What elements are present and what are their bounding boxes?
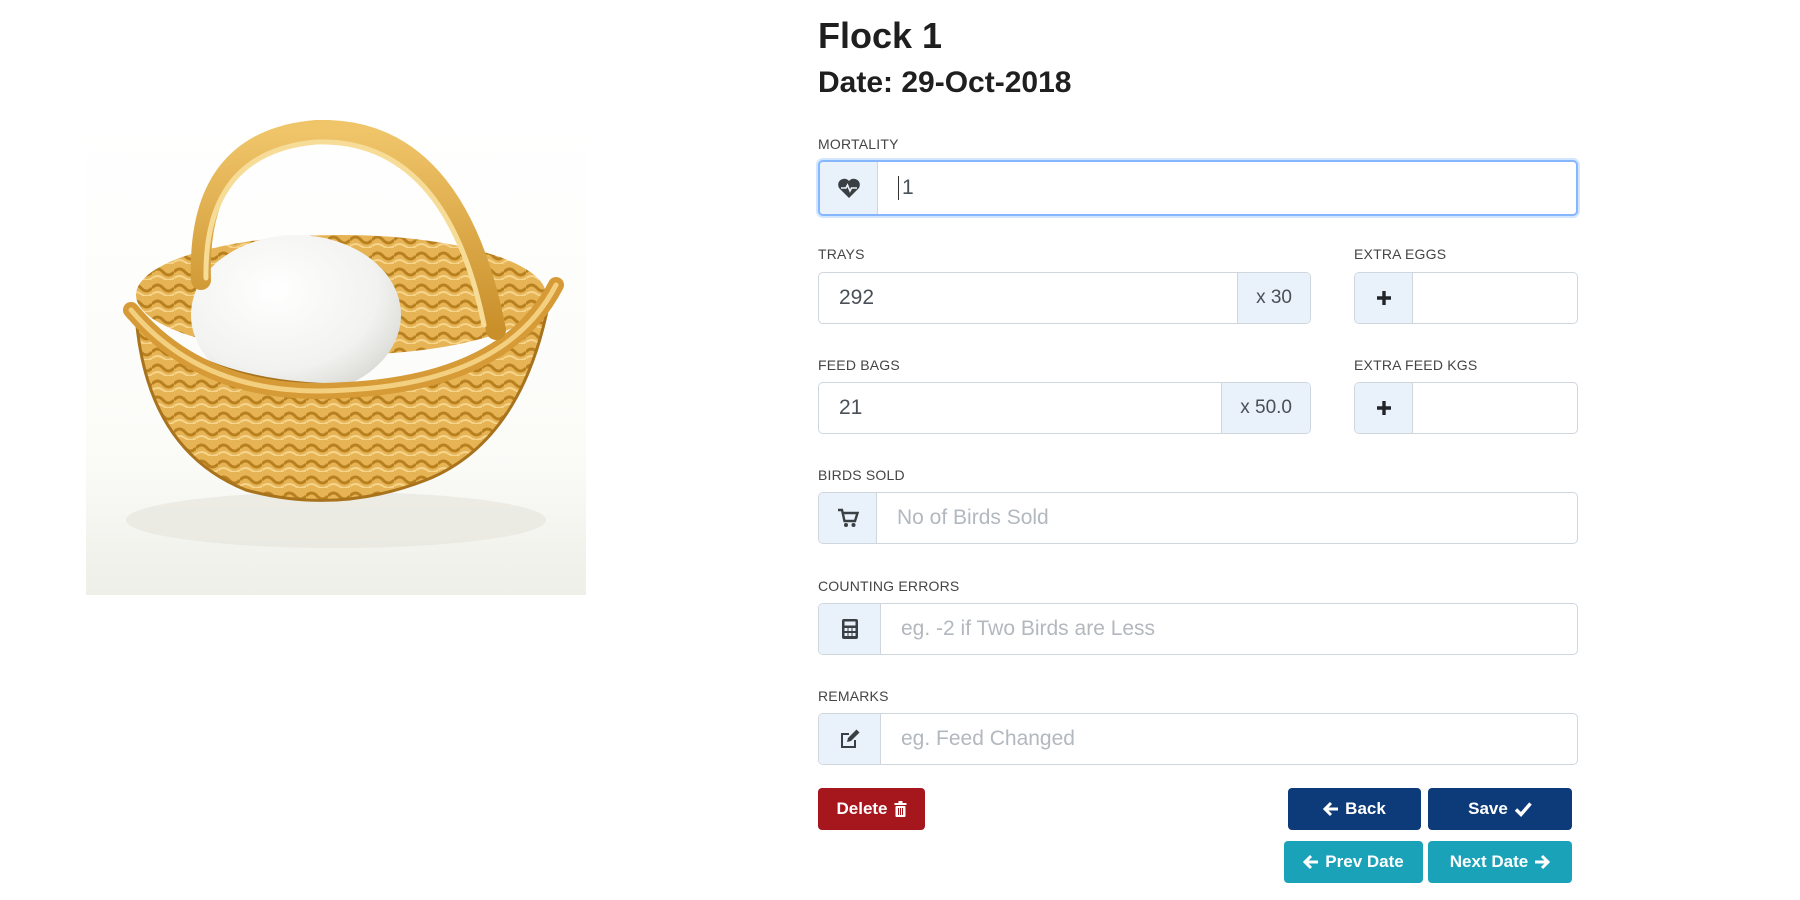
remarks-label: REMARKS: [818, 688, 889, 704]
trays-label: TRAYS: [818, 246, 865, 262]
text-caret: [898, 176, 899, 200]
counting-errors-input-group[interactable]: eg. -2 if Two Birds are Less: [818, 603, 1578, 655]
date-value: 29-Oct-2018: [901, 66, 1072, 99]
mortality-label: MORTALITY: [818, 136, 899, 152]
birds-sold-label: BIRDS SOLD: [818, 467, 905, 483]
extra-feed-kgs-label: EXTRA FEED KGS: [1354, 357, 1478, 373]
arrow-left-icon: [1323, 801, 1339, 817]
delete-button[interactable]: Delete: [818, 788, 925, 830]
heartbeat-icon: [820, 162, 878, 214]
date-prefix: Date:: [818, 66, 894, 99]
trays-input[interactable]: 292: [819, 273, 1237, 323]
remarks-input[interactable]: eg. Feed Changed: [881, 714, 1577, 764]
extra-feed-kgs-input[interactable]: [1413, 383, 1577, 433]
back-button[interactable]: Back: [1288, 788, 1421, 830]
check-icon: [1514, 802, 1532, 817]
arrow-right-icon: [1535, 854, 1551, 870]
birds-sold-input-group[interactable]: No of Birds Sold: [818, 492, 1578, 544]
flock-entry-form: Flock 1 Date: 29-Oct-2018: [818, 18, 1578, 116]
plus-icon: [1355, 273, 1413, 323]
back-button-label: Back: [1345, 799, 1386, 818]
date-heading: Date: 29-Oct-2018: [818, 66, 1578, 116]
extra-eggs-input[interactable]: [1413, 273, 1577, 323]
mortality-input-group[interactable]: 1: [818, 160, 1578, 216]
page-title: Flock 1: [818, 15, 943, 56]
prev-date-button-label: Prev Date: [1325, 852, 1404, 871]
birds-sold-input[interactable]: No of Birds Sold: [877, 493, 1577, 543]
trash-icon: [894, 801, 907, 817]
calculator-icon: [819, 604, 881, 654]
edit-icon: [819, 714, 881, 764]
counting-errors-label: COUNTING ERRORS: [818, 578, 960, 594]
egg-basket-image: [86, 120, 586, 595]
trays-multiplier: x 30: [1237, 273, 1310, 323]
feed-bags-multiplier: x 50.0: [1221, 383, 1310, 433]
feed-bags-input-group[interactable]: 21 x 50.0: [818, 382, 1311, 434]
prev-date-button[interactable]: Prev Date: [1284, 841, 1423, 883]
save-button[interactable]: Save: [1428, 788, 1572, 830]
plus-icon: [1355, 383, 1413, 433]
extra-feed-kgs-input-group[interactable]: [1354, 382, 1578, 434]
feed-bags-input[interactable]: 21: [819, 383, 1221, 433]
delete-button-label: Delete: [836, 799, 888, 818]
feed-bags-label: FEED BAGS: [818, 357, 900, 373]
save-button-label: Save: [1468, 799, 1508, 818]
trays-input-group[interactable]: 292 x 30: [818, 272, 1311, 324]
cart-icon: [819, 493, 877, 543]
next-date-button-label: Next Date: [1449, 852, 1529, 871]
mortality-input[interactable]: 1: [878, 162, 1576, 214]
arrow-left-icon: [1303, 854, 1319, 870]
extra-eggs-label: EXTRA EGGS: [1354, 246, 1447, 262]
remarks-input-group[interactable]: eg. Feed Changed: [818, 713, 1578, 765]
next-date-button[interactable]: Next Date: [1428, 841, 1572, 883]
extra-eggs-input-group[interactable]: [1354, 272, 1578, 324]
counting-errors-input[interactable]: eg. -2 if Two Birds are Less: [881, 604, 1577, 654]
